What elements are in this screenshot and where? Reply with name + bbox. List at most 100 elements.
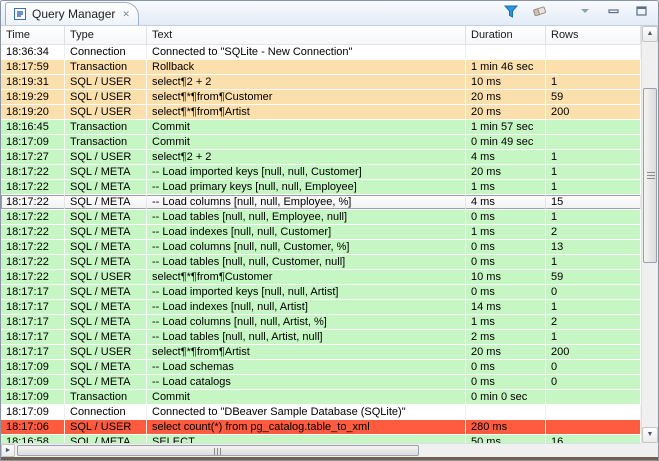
cell-rows: 2: [546, 225, 641, 239]
cell-type: SQL / META: [65, 360, 147, 374]
cell-text: -- Load columns [null, null, Employee, %…: [147, 195, 466, 209]
cell-type: SQL / META: [65, 285, 147, 299]
cell-time: 18:19:29: [1, 90, 65, 104]
scroll-right-arrow-icon[interactable]: ►: [1, 444, 15, 457]
table-row[interactable]: 18:17:09 Connection Connected to "DBeave…: [1, 405, 641, 420]
cell-rows: [546, 135, 641, 149]
cell-type: Transaction: [65, 135, 147, 149]
cell-rows: 1: [546, 180, 641, 194]
table-row[interactable]: 18:36:34 Connection Connected to "SQLite…: [1, 45, 641, 60]
horizontal-scroll-thumb[interactable]: [17, 445, 419, 456]
cell-type: SQL / META: [65, 330, 147, 344]
cell-rows: 1: [546, 165, 641, 179]
table-row[interactable]: 18:16:45 Transaction Commit 1 min 57 sec: [1, 120, 641, 135]
maximize-icon[interactable]: [632, 3, 650, 19]
cell-time: 18:16:58: [1, 435, 65, 443]
cell-text: -- Load imported keys [null, null, Custo…: [147, 165, 466, 179]
cell-rows: 1: [546, 255, 641, 269]
cell-time: 18:16:45: [1, 120, 65, 134]
table-row[interactable]: 18:17:09 SQL / META -- Load schemas 0 ms…: [1, 360, 641, 375]
table-row[interactable]: 18:17:22 SQL / USER select¶*¶from¶Custom…: [1, 270, 641, 285]
table-body: 18:36:34 Connection Connected to "SQLite…: [1, 45, 641, 443]
cell-duration: 20 ms: [466, 105, 546, 119]
horizontal-scrollbar[interactable]: ◄ ►: [1, 443, 641, 457]
cell-duration: 4 ms: [466, 150, 546, 164]
cell-text: select¶*¶from¶Artist: [147, 345, 466, 359]
tab-query-manager[interactable]: Query Manager ✕: [5, 2, 139, 25]
vertical-scrollbar[interactable]: ▲ ▼: [641, 26, 658, 443]
table-row[interactable]: 18:17:06 SQL / USER select count(*) from…: [1, 420, 641, 435]
table-row[interactable]: 18:17:22 SQL / META -- Load columns [nul…: [1, 240, 641, 255]
cell-rows: 0: [546, 375, 641, 389]
vertical-scroll-thumb[interactable]: [643, 88, 657, 263]
table-row[interactable]: 18:17:17 SQL / META -- Load columns [nul…: [1, 315, 641, 330]
cell-duration: 10 ms: [466, 75, 546, 89]
cell-time: 18:17:17: [1, 345, 65, 359]
cell-time: 18:19:31: [1, 75, 65, 89]
eraser-icon[interactable]: [530, 3, 548, 19]
cell-rows: [546, 420, 641, 434]
cell-duration: 0 min 0 sec: [466, 390, 546, 404]
cell-rows: 1: [546, 300, 641, 314]
scroll-down-arrow-icon[interactable]: ▼: [642, 427, 658, 443]
cell-type: SQL / USER: [65, 150, 147, 164]
table-row[interactable]: 18:17:59 Transaction Rollback 1 min 46 s…: [1, 60, 641, 75]
table-row[interactable]: 18:17:09 SQL / META -- Load catalogs 0 m…: [1, 375, 641, 390]
table-row[interactable]: 18:17:09 Transaction Commit 0 min 49 sec: [1, 135, 641, 150]
column-header-text[interactable]: Text: [147, 26, 466, 44]
cell-text: Connected to "SQLite - New Connection": [147, 45, 466, 59]
table-row[interactable]: 18:17:22 SQL / META -- Load imported key…: [1, 165, 641, 180]
cell-text: Commit: [147, 120, 466, 134]
cell-time: 18:17:09: [1, 390, 65, 404]
cell-rows: 1: [546, 210, 641, 224]
cell-duration: 0 ms: [466, 360, 546, 374]
cell-rows: 1: [546, 75, 641, 89]
table-row[interactable]: 18:16:58 SQL / META SELECT ... 50 ms 16: [1, 435, 641, 443]
cell-duration: 0 ms: [466, 375, 546, 389]
column-header-rows[interactable]: Rows: [546, 26, 641, 44]
table-row[interactable]: 18:17:17 SQL / META -- Load imported key…: [1, 285, 641, 300]
cell-rows: [546, 45, 641, 59]
table-row[interactable]: 18:17:22 SQL / META -- Load columns [nul…: [1, 195, 641, 210]
tab-close-icon[interactable]: ✕: [122, 9, 130, 20]
table-row[interactable]: 18:17:22 SQL / META -- Load indexes [nul…: [1, 225, 641, 240]
cell-rows: 1: [546, 150, 641, 164]
filter-icon[interactable]: [502, 3, 520, 19]
cell-rows: 200: [546, 105, 641, 119]
cell-text: SELECT ...: [147, 435, 466, 443]
minimize-icon[interactable]: [604, 3, 622, 19]
cell-text: -- Load imported keys [null, null, Artis…: [147, 285, 466, 299]
table-row[interactable]: 18:17:09 Transaction Commit 0 min 0 sec: [1, 390, 641, 405]
table-header: Time Type Text Duration Rows: [1, 26, 641, 45]
cell-time: 18:17:27: [1, 150, 65, 164]
cell-time: 18:17:17: [1, 330, 65, 344]
cell-rows: 15: [546, 195, 641, 209]
cell-text: -- Load columns [null, null, Customer, %…: [147, 240, 466, 254]
cell-duration: 0 ms: [466, 255, 546, 269]
column-header-duration[interactable]: Duration: [466, 26, 546, 44]
cell-text: -- Load indexes [null, null, Artist]: [147, 300, 466, 314]
table-row[interactable]: 18:17:17 SQL / META -- Load tables [null…: [1, 330, 641, 345]
column-header-time[interactable]: Time: [1, 26, 65, 44]
table-row[interactable]: 18:19:29 SQL / USER select¶*¶from¶Custom…: [1, 90, 641, 105]
query-manager-icon: [12, 6, 27, 22]
view-menu-icon[interactable]: [576, 3, 594, 19]
cell-type: Transaction: [65, 60, 147, 74]
scroll-up-arrow-icon[interactable]: ▲: [642, 26, 658, 42]
table-row[interactable]: 18:17:22 SQL / META -- Load primary keys…: [1, 180, 641, 195]
cell-time: 18:17:59: [1, 60, 65, 74]
cell-duration: 10 ms: [466, 270, 546, 284]
table-row[interactable]: 18:19:20 SQL / USER select¶*¶from¶Artist…: [1, 105, 641, 120]
cell-type: SQL / USER: [65, 270, 147, 284]
table-row[interactable]: 18:17:22 SQL / META -- Load tables [null…: [1, 210, 641, 225]
column-header-type[interactable]: Type: [65, 26, 147, 44]
table-row[interactable]: 18:17:22 SQL / META -- Load tables [null…: [1, 255, 641, 270]
cell-type: SQL / META: [65, 300, 147, 314]
table-row[interactable]: 18:17:27 SQL / USER select¶2 + 2 4 ms 1: [1, 150, 641, 165]
query-manager-panel: Query Manager ✕: [0, 0, 659, 461]
table-row[interactable]: 18:19:31 SQL / USER select¶2 + 2 10 ms 1: [1, 75, 641, 90]
table-row[interactable]: 18:17:17 SQL / META -- Load indexes [nul…: [1, 300, 641, 315]
cell-text: Commit: [147, 390, 466, 404]
cell-time: 18:17:22: [1, 165, 65, 179]
table-row[interactable]: 18:17:17 SQL / USER select¶*¶from¶Artist…: [1, 345, 641, 360]
